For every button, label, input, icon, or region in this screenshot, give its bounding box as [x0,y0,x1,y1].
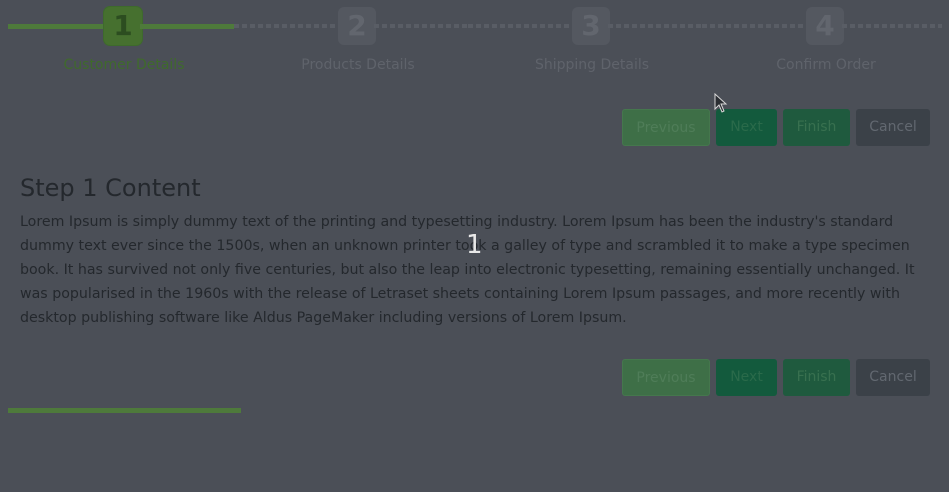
step-customer-details[interactable]: 1 Customer Details [0,0,234,90]
top-toolbar: Previous Next Finish Cancel [622,109,930,146]
step-connector [8,24,108,29]
step-connector [842,24,942,28]
step-connector [374,24,468,28]
step-indicator-overlay: 1 [466,230,483,260]
step-connector [702,24,810,28]
finish-button[interactable]: Finish [783,109,850,146]
step-connector [234,24,342,28]
step-number-badge[interactable]: 1 [104,7,142,45]
cancel-button[interactable]: Cancel [856,359,930,396]
step-products-details[interactable]: 2 Products Details [234,0,468,90]
step-shipping-details[interactable]: 3 Shipping Details [468,0,702,90]
next-button[interactable]: Next [716,109,777,146]
step-label[interactable]: Products Details [234,57,482,73]
finish-button[interactable]: Finish [783,359,850,396]
cancel-button[interactable]: Cancel [856,109,930,146]
progress-bar [8,408,241,413]
step-connector [608,24,702,28]
step-connector [140,24,234,29]
previous-button[interactable]: Previous [622,359,710,396]
next-button[interactable]: Next [716,359,777,396]
step-content-title: Step 1 Content [20,174,201,202]
step-confirm-order[interactable]: 4 Confirm Order [702,0,942,90]
step-label[interactable]: Shipping Details [468,57,716,73]
mouse-pointer-icon [714,93,728,113]
step-content-body: Lorem Ipsum is simply dummy text of the … [20,214,915,326]
step-connector [468,24,576,28]
bottom-toolbar: Previous Next Finish Cancel [622,359,930,396]
previous-button[interactable]: Previous [622,109,710,146]
step-number-badge[interactable]: 4 [806,7,844,45]
step-number-badge[interactable]: 3 [572,7,610,45]
step-number-badge[interactable]: 2 [338,7,376,45]
step-label[interactable]: Confirm Order [702,57,949,73]
step-wizard-header: 1 Customer Details 2 Products Details 3 … [0,0,949,90]
step-label[interactable]: Customer Details [0,57,248,73]
